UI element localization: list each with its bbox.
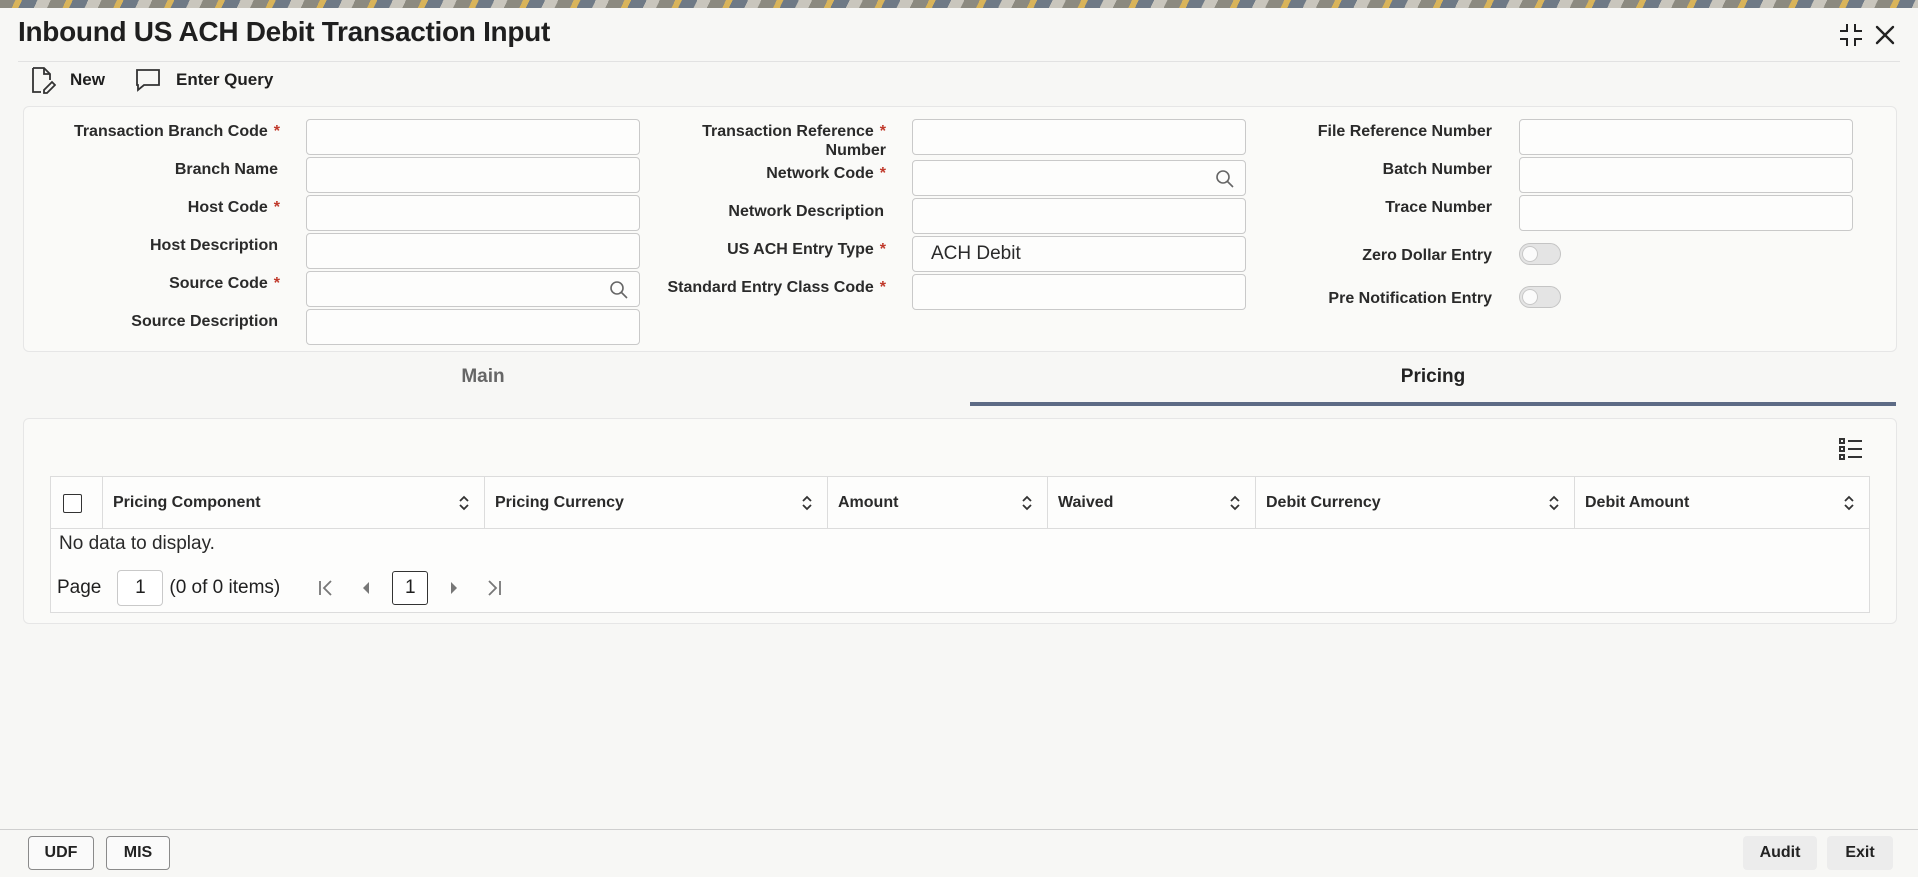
collapse-icon bbox=[1840, 24, 1862, 46]
toggle-knob bbox=[1522, 246, 1538, 262]
enter-query-label: Enter Query bbox=[176, 70, 274, 89]
us-ach-entry-type-label: US ACH Entry Type * bbox=[727, 241, 886, 258]
network-description-field[interactable] bbox=[912, 198, 1246, 234]
network-code-label: Network Code * bbox=[766, 165, 886, 182]
select-all-checkbox[interactable] bbox=[63, 494, 82, 513]
transaction-reference-number-label: Transaction Reference * Number bbox=[702, 123, 886, 159]
host-code-field[interactable] bbox=[306, 195, 640, 231]
pricing-table: Pricing Component Pricing Currency Amoun… bbox=[50, 476, 1870, 613]
page-label: Page bbox=[57, 577, 102, 598]
transaction-branch-code-field[interactable] bbox=[306, 119, 640, 155]
source-code-field[interactable] bbox=[306, 271, 640, 307]
current-page-button[interactable]: 1 bbox=[392, 571, 429, 605]
first-page-icon bbox=[319, 580, 332, 596]
source-code-label: Source Code * bbox=[169, 275, 280, 292]
audit-button[interactable]: Audit bbox=[1743, 836, 1817, 870]
tab-pricing[interactable]: Pricing bbox=[970, 366, 1896, 406]
collapse-window-button[interactable] bbox=[1836, 20, 1866, 50]
footer-separator bbox=[0, 829, 1918, 830]
host-description-field[interactable] bbox=[306, 233, 640, 269]
standard-entry-class-code-label: Standard Entry Class Code * bbox=[667, 279, 886, 296]
host-code-label: Host Code * bbox=[187, 199, 280, 216]
udf-button[interactable]: UDF bbox=[28, 836, 94, 870]
top-decorative-strip bbox=[0, 0, 1918, 8]
column-header-pricing-currency[interactable]: Pricing Currency bbox=[485, 477, 828, 529]
new-button-label: New bbox=[70, 70, 105, 89]
active-tab-underline bbox=[970, 402, 1896, 406]
chevron-left-icon bbox=[363, 582, 370, 594]
column-list-icon bbox=[1839, 438, 1862, 460]
branch-name-label: Branch Name bbox=[174, 161, 278, 178]
transaction-branch-code-label: Transaction Branch Code * bbox=[73, 123, 280, 140]
file-reference-number-label: File Reference Number bbox=[1317, 123, 1492, 140]
column-header-label: Waived bbox=[1058, 494, 1114, 511]
new-document-icon bbox=[32, 67, 56, 94]
batch-number-label: Batch Number bbox=[1382, 161, 1492, 178]
select-all-cell bbox=[51, 477, 103, 529]
enter-query-button[interactable]: Enter Query bbox=[134, 64, 273, 96]
column-header-label: Amount bbox=[838, 494, 899, 511]
column-header-amount[interactable]: Amount bbox=[828, 477, 1048, 529]
sort-icon bbox=[459, 495, 469, 511]
page-title: Inbound US ACH Debit Transaction Input bbox=[18, 16, 550, 47]
pagination: Page 1 (0 of 0 items) 1 bbox=[57, 569, 506, 607]
last-page-button[interactable] bbox=[482, 579, 506, 597]
new-button[interactable]: New bbox=[30, 64, 105, 96]
zero-dollar-entry-toggle[interactable] bbox=[1519, 243, 1561, 265]
column-header-debit-amount[interactable]: Debit Amount bbox=[1575, 477, 1869, 529]
first-page-button[interactable] bbox=[314, 579, 338, 597]
close-icon bbox=[1875, 25, 1895, 45]
sort-icon bbox=[1844, 495, 1854, 511]
search-icon[interactable] bbox=[1215, 169, 1235, 189]
trace-number-label: Trace Number bbox=[1385, 199, 1492, 216]
column-header-label: Debit Currency bbox=[1266, 494, 1381, 511]
items-summary: (0 of 0 items) bbox=[169, 577, 281, 598]
previous-page-button[interactable] bbox=[356, 580, 376, 596]
column-header-pricing-component[interactable]: Pricing Component bbox=[103, 477, 485, 529]
column-header-waived[interactable]: Waived bbox=[1048, 477, 1256, 529]
table-header: Pricing Component Pricing Currency Amoun… bbox=[51, 477, 1869, 529]
close-window-button[interactable] bbox=[1870, 20, 1900, 50]
pre-notification-entry-toggle[interactable] bbox=[1519, 286, 1561, 308]
page-number-input[interactable]: 1 bbox=[117, 570, 164, 606]
branch-name-field[interactable] bbox=[306, 157, 640, 193]
last-page-icon bbox=[488, 580, 502, 596]
trace-number-field[interactable] bbox=[1519, 195, 1853, 231]
transaction-reference-number-field[interactable] bbox=[912, 119, 1246, 155]
us-ach-entry-type-field[interactable]: ACH Debit bbox=[912, 236, 1246, 272]
source-description-field[interactable] bbox=[306, 309, 640, 345]
chevron-right-icon bbox=[451, 582, 458, 594]
sort-icon bbox=[1230, 495, 1240, 511]
column-settings-button[interactable] bbox=[1838, 436, 1864, 467]
exit-button[interactable]: Exit bbox=[1827, 836, 1893, 870]
source-description-label: Source Description bbox=[131, 313, 278, 330]
column-header-label: Pricing Currency bbox=[495, 494, 624, 511]
speech-bubble-icon bbox=[136, 69, 160, 92]
column-header-label: Pricing Component bbox=[113, 494, 261, 511]
tab-main[interactable]: Main bbox=[23, 366, 943, 406]
pre-notification-entry-label: Pre Notification Entry bbox=[1328, 290, 1492, 307]
column-header-label: Debit Amount bbox=[1585, 494, 1690, 511]
column-header-debit-currency[interactable]: Debit Currency bbox=[1256, 477, 1575, 529]
toggle-knob bbox=[1522, 289, 1538, 305]
sort-icon bbox=[1549, 495, 1559, 511]
network-description-label: Network Description bbox=[728, 203, 884, 220]
empty-table-message: No data to display. bbox=[59, 533, 215, 554]
mis-button[interactable]: MIS bbox=[106, 836, 170, 870]
zero-dollar-entry-label: Zero Dollar Entry bbox=[1362, 247, 1492, 264]
file-reference-number-field[interactable] bbox=[1519, 119, 1853, 155]
batch-number-field[interactable] bbox=[1519, 157, 1853, 193]
host-description-label: Host Description bbox=[149, 237, 278, 254]
network-code-field[interactable] bbox=[912, 160, 1246, 196]
sort-icon bbox=[802, 495, 812, 511]
next-page-button[interactable] bbox=[444, 580, 464, 596]
standard-entry-class-code-field[interactable] bbox=[912, 274, 1246, 310]
title-separator bbox=[18, 61, 1900, 62]
sort-icon bbox=[1022, 495, 1032, 511]
